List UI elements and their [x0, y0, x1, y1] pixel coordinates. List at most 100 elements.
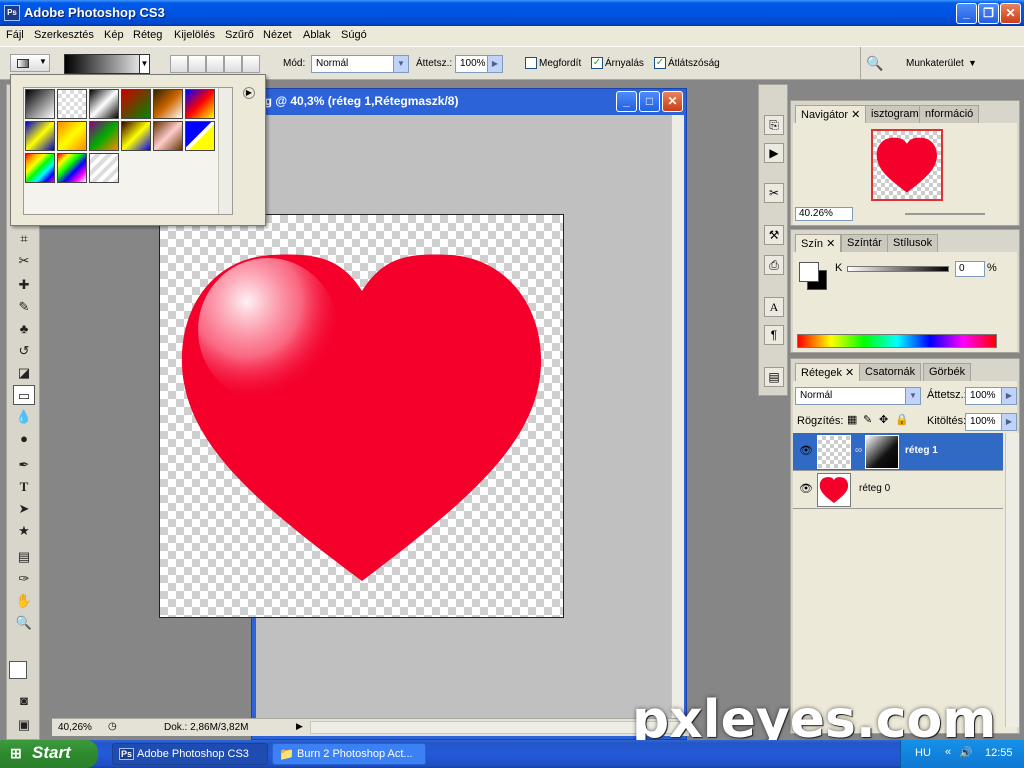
doc-close-button[interactable]: ✕: [662, 91, 683, 112]
opacity-input[interactable]: 100% ▶: [455, 55, 503, 73]
gradient-swatch[interactable]: [153, 121, 183, 151]
lock-all-icon[interactable]: 🔒: [895, 413, 909, 426]
diamond-gradient-button[interactable]: [242, 55, 260, 73]
layer-row[interactable]: 👁 réteg 0: [793, 471, 1003, 509]
layer-opacity-input[interactable]: 100% ▶: [965, 387, 1017, 405]
gradient-swatch[interactable]: [121, 89, 151, 119]
tab-info[interactable]: nformáció: [919, 105, 980, 123]
clone-source-icon[interactable]: ⎙: [764, 255, 784, 275]
clone-stamp-icon[interactable]: ♣: [13, 319, 35, 339]
gradient-swatch[interactable]: [185, 121, 215, 151]
transparency-checkbox[interactable]: ✓: [654, 57, 666, 69]
history-brush-icon[interactable]: ↺: [13, 341, 35, 361]
layer-mask-thumbnail[interactable]: [865, 435, 899, 469]
slice-tool-icon[interactable]: ✂: [13, 251, 35, 271]
tab-swatches[interactable]: Színtár: [841, 234, 888, 252]
reverse-checkbox[interactable]: [525, 57, 537, 69]
fill-input[interactable]: 100% ▶: [965, 413, 1017, 431]
eyedropper-tool-icon[interactable]: ✑: [13, 569, 35, 589]
layer-comps-icon[interactable]: ▤: [764, 367, 784, 387]
vertical-scrollbar[interactable]: [671, 115, 684, 725]
screen-mode-icon[interactable]: ▣: [13, 715, 35, 735]
horizontal-scrollbar[interactable]: [310, 721, 684, 734]
shape-tool-icon[interactable]: ★: [13, 521, 35, 541]
menu-view[interactable]: Nézet: [263, 29, 292, 41]
notes-tool-icon[interactable]: ▤: [13, 547, 35, 567]
gradient-swatch[interactable]: [89, 89, 119, 119]
blend-mode-select[interactable]: Normál ▼: [795, 387, 921, 405]
taskbar-item-folder[interactable]: 📁 Burn 2 Photoshop Act...: [272, 743, 426, 765]
tray-arrow-icon[interactable]: «: [945, 746, 951, 758]
tool-preset-picker[interactable]: ▼: [10, 54, 50, 72]
language-indicator[interactable]: HU: [915, 747, 931, 759]
gradient-swatch[interactable]: [185, 89, 215, 119]
gradient-swatch[interactable]: [153, 89, 183, 119]
tab-paths[interactable]: Görbék: [923, 363, 972, 381]
gradient-swatch[interactable]: [25, 153, 55, 183]
tool-presets-icon[interactable]: ✂: [764, 183, 784, 203]
mask-link-icon[interactable]: ∞: [855, 445, 862, 456]
gradient-swatch[interactable]: [57, 153, 87, 183]
k-value-input[interactable]: 0: [955, 261, 985, 277]
layers-scrollbar[interactable]: [1005, 433, 1019, 727]
bridge-icon[interactable]: 🔍: [866, 55, 888, 73]
navigator-thumbnail[interactable]: [871, 129, 943, 201]
tab-styles[interactable]: Stílusok: [887, 234, 939, 252]
gradient-swatch[interactable]: [25, 121, 55, 151]
layer-row[interactable]: 👁 ∞ réteg 1: [793, 433, 1003, 471]
gradient-tool-icon[interactable]: ▭: [13, 385, 35, 405]
menu-select[interactable]: Kijelölés: [174, 29, 215, 41]
lock-transparency-icon[interactable]: ▦: [847, 413, 857, 426]
menu-window[interactable]: Ablak: [303, 29, 331, 41]
gradient-list-scrollbar[interactable]: [218, 88, 232, 214]
character-panel-icon[interactable]: A: [764, 297, 784, 317]
workspace-menu[interactable]: Munkaterület: [906, 58, 964, 69]
picker-menu-icon[interactable]: ▶: [243, 87, 255, 99]
linear-gradient-button[interactable]: [170, 55, 188, 73]
history-panel-icon[interactable]: ⎘: [764, 115, 784, 135]
start-button[interactable]: ⊞ Start: [0, 740, 98, 768]
doc-minimize-button[interactable]: _: [616, 91, 637, 112]
dodge-tool-icon[interactable]: ●: [13, 429, 35, 449]
mode-select[interactable]: Normál ▼: [311, 55, 409, 73]
restore-button[interactable]: ❐: [978, 3, 999, 24]
status-arrow-icon[interactable]: ▶: [296, 721, 303, 732]
foreground-color-swatch[interactable]: [9, 661, 27, 679]
gradient-swatch[interactable]: [121, 121, 151, 151]
lock-image-icon[interactable]: ✎: [863, 413, 872, 426]
path-select-icon[interactable]: ➤: [13, 499, 35, 519]
navigator-zoom-input[interactable]: 40.26%: [795, 207, 853, 221]
gradient-swatch[interactable]: [57, 121, 87, 151]
brush-tool-icon[interactable]: ✎: [13, 297, 35, 317]
menu-file[interactable]: Fájl: [6, 29, 24, 41]
tab-histogram[interactable]: isztogram: [865, 105, 925, 123]
angle-gradient-button[interactable]: [206, 55, 224, 73]
volume-icon[interactable]: 🔊: [959, 746, 973, 759]
blur-tool-icon[interactable]: 💧: [13, 407, 35, 427]
zoom-readout[interactable]: 40,26%: [58, 722, 92, 733]
tab-navigator[interactable]: Navigátor ✕: [795, 105, 867, 123]
visibility-eye-icon[interactable]: 👁: [799, 444, 813, 457]
type-tool-icon[interactable]: T: [13, 477, 35, 497]
gradient-swatch[interactable]: [89, 153, 119, 183]
k-slider[interactable]: [847, 266, 949, 272]
gradient-preview[interactable]: ▼: [64, 54, 150, 74]
visibility-eye-icon[interactable]: 👁: [799, 482, 813, 495]
color-ramp[interactable]: [797, 334, 997, 348]
healing-brush-icon[interactable]: ✚: [13, 275, 35, 295]
minimize-button[interactable]: _: [956, 3, 977, 24]
image-canvas[interactable]: [159, 214, 564, 618]
eraser-tool-icon[interactable]: ◪: [13, 363, 35, 383]
close-button[interactable]: ✕: [1000, 3, 1021, 24]
lock-position-icon[interactable]: ✥: [879, 413, 888, 426]
crop-tool-icon[interactable]: ⌗: [13, 229, 35, 249]
pen-tool-icon[interactable]: ✒: [13, 455, 35, 475]
zoom-tool-icon[interactable]: 🔍: [13, 613, 35, 633]
actions-panel-icon[interactable]: ▶: [764, 143, 784, 163]
gradient-swatch[interactable]: [57, 89, 87, 119]
doc-maximize-button[interactable]: □: [639, 91, 660, 112]
menu-image[interactable]: Kép: [104, 29, 124, 41]
gradient-swatch[interactable]: [89, 121, 119, 151]
taskbar-item-photoshop[interactable]: Ps Adobe Photoshop CS3: [112, 743, 268, 765]
hand-tool-icon[interactable]: ✋: [13, 591, 35, 611]
